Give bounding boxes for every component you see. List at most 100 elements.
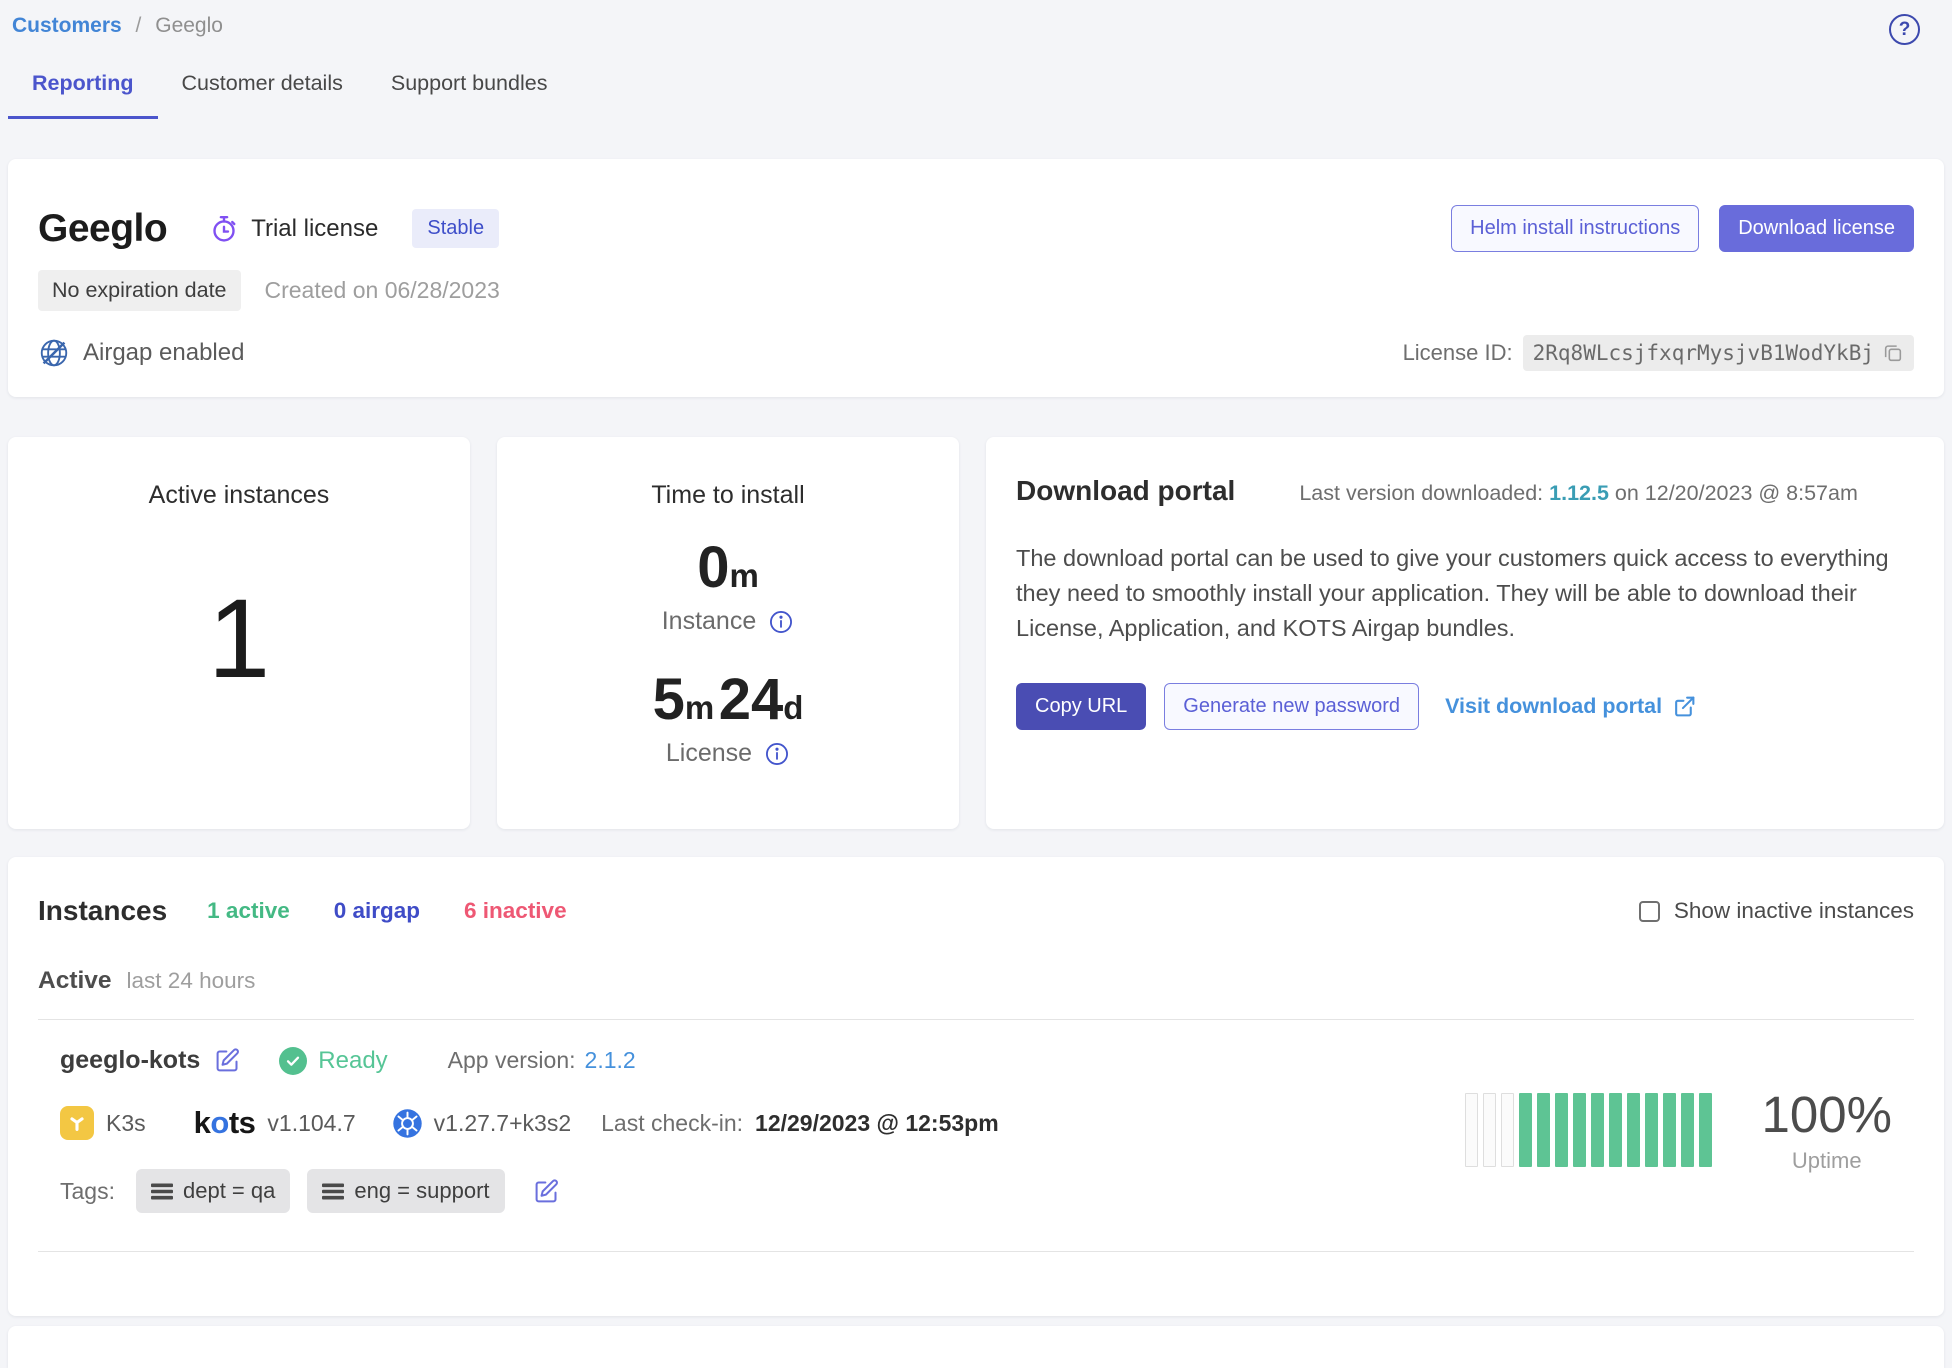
tab-bar: Reporting Customer details Support bundl…	[8, 71, 1944, 119]
visit-portal-label: Visit download portal	[1445, 694, 1662, 719]
uptime-bar-filled	[1591, 1093, 1604, 1167]
breadcrumb-separator: /	[136, 14, 142, 37]
breadcrumb: Customers / Geeglo	[12, 14, 223, 38]
k8s-version: v1.27.7+k3s2	[434, 1110, 571, 1137]
app-version-link[interactable]: 2.1.2	[585, 1047, 636, 1074]
show-inactive-label: Show inactive instances	[1674, 898, 1914, 924]
last-version-suffix: on 12/20/2023 @ 8:57am	[1615, 481, 1858, 505]
copy-license-icon[interactable]	[1882, 342, 1904, 364]
help-glyph: ?	[1899, 19, 1911, 41]
download-portal-title: Download portal	[1016, 475, 1235, 507]
active-instances-title: Active instances	[8, 481, 470, 510]
uptime-bar-filled	[1555, 1093, 1568, 1167]
download-portal-card: Download portal Last version downloaded:…	[986, 437, 1944, 829]
tag-chip: eng = support	[307, 1169, 504, 1213]
license-time-unit1: m	[685, 689, 714, 726]
external-link-icon	[1672, 694, 1697, 719]
license-time-label: License	[666, 739, 752, 768]
uptime-bar-filled	[1645, 1093, 1658, 1167]
active-count[interactable]: 1 active	[207, 898, 290, 924]
instances-card: Instances 1 active 0 airgap 6 inactive S…	[8, 857, 1944, 1316]
active-section-sublabel: last 24 hours	[127, 968, 256, 994]
instance-time-unit: m	[729, 557, 758, 594]
divider	[38, 1251, 1914, 1252]
breadcrumb-customers-link[interactable]: Customers	[12, 14, 122, 37]
last-checkin-label: Last check-in:	[601, 1110, 743, 1137]
edit-tags-icon[interactable]	[533, 1178, 560, 1205]
breadcrumb-current: Geeglo	[155, 14, 223, 37]
uptime-bar-filled	[1573, 1093, 1586, 1167]
next-card-peek	[8, 1326, 1944, 1368]
license-type-label: Trial license	[251, 215, 378, 243]
active-instances-value: 1	[8, 574, 470, 703]
show-inactive-toggle[interactable]: Show inactive instances	[1639, 898, 1914, 924]
show-inactive-checkbox[interactable]	[1639, 901, 1660, 922]
uptime-bar-filled	[1537, 1093, 1550, 1167]
uptime-value: 100%	[1762, 1085, 1892, 1144]
generate-password-button[interactable]: Generate new password	[1164, 683, 1419, 730]
customer-name: Geeglo	[38, 207, 167, 251]
tag-chip: dept = qa	[136, 1169, 290, 1213]
tags-list: dept = qa eng = support	[136, 1169, 505, 1213]
visit-download-portal-link[interactable]: Visit download portal	[1445, 694, 1697, 719]
help-icon[interactable]: ?	[1889, 14, 1920, 45]
channel-badge: Stable	[412, 209, 499, 248]
time-to-install-card: Time to install 0m Instance 5m 24d Licen…	[497, 437, 959, 829]
airgap-count[interactable]: 0 airgap	[334, 898, 420, 924]
uptime-bar-filled	[1519, 1093, 1532, 1167]
page: Customers / Geeglo ? Reporting Customer …	[0, 0, 1952, 1368]
active-section-label: Active	[38, 967, 112, 995]
copy-url-button[interactable]: Copy URL	[1016, 683, 1146, 730]
created-date-label: Created on 06/28/2023	[265, 277, 500, 304]
active-instances-card: Active instances 1	[8, 437, 470, 829]
uptime-bars	[1465, 1093, 1712, 1167]
last-version-link[interactable]: 1.12.5	[1549, 481, 1609, 505]
topbar: Customers / Geeglo ?	[8, 0, 1944, 45]
instance-row: geeglo-kots Ready App version:	[38, 1020, 1914, 1213]
instances-title: Instances	[38, 895, 167, 927]
tags-label: Tags:	[60, 1178, 115, 1205]
instance-time-label: Instance	[662, 607, 757, 636]
app-version-label: App version:	[448, 1047, 576, 1074]
last-version-downloaded: Last version downloaded: 1.12.5 on 12/20…	[1299, 481, 1858, 506]
instance-info-icon[interactable]	[768, 609, 794, 635]
uptime-bar-empty	[1483, 1093, 1496, 1167]
instance-install-time: 0m	[497, 534, 959, 601]
kots-logo: kots	[194, 1105, 256, 1141]
uptime-bar-empty	[1501, 1093, 1514, 1167]
trial-timer-icon	[209, 214, 239, 244]
expiration-badge: No expiration date	[38, 270, 241, 311]
uptime-bar-filled	[1681, 1093, 1694, 1167]
license-info-icon[interactable]	[764, 741, 790, 767]
airgap-globe-icon	[38, 337, 70, 369]
uptime-block: 100% Uptime	[1465, 1085, 1898, 1174]
tab-reporting[interactable]: Reporting	[8, 71, 158, 119]
kots-version: v1.104.7	[267, 1110, 355, 1137]
uptime-bar-filled	[1699, 1093, 1712, 1167]
tab-support-bundles[interactable]: Support bundles	[367, 71, 572, 119]
uptime-bar-filled	[1663, 1093, 1676, 1167]
tab-customer-details[interactable]: Customer details	[158, 71, 367, 119]
license-time-value1: 5	[653, 667, 685, 732]
uptime-label: Uptime	[1762, 1148, 1892, 1174]
uptime-bar-filled	[1627, 1093, 1640, 1167]
last-checkin-value: 12/29/2023 @ 12:53pm	[755, 1110, 999, 1137]
license-time-value2: 24	[719, 667, 784, 732]
k3s-icon	[60, 1106, 94, 1140]
license-id-label: License ID:	[1403, 340, 1513, 366]
uptime-bar-empty	[1465, 1093, 1478, 1167]
uptime-bar-filled	[1609, 1093, 1622, 1167]
tag-bars-icon	[322, 1183, 344, 1200]
distribution-label: K3s	[106, 1110, 146, 1137]
edit-instance-name-icon[interactable]	[214, 1047, 241, 1074]
download-license-button[interactable]: Download license	[1719, 205, 1914, 252]
inactive-count[interactable]: 6 inactive	[464, 898, 567, 924]
helm-install-instructions-button[interactable]: Helm install instructions	[1451, 205, 1699, 252]
time-to-install-title: Time to install	[497, 481, 959, 510]
instance-time-value: 0	[697, 535, 729, 600]
license-id-value: 2Rq8WLcsjfxqrMysjvB1WodYkBj	[1533, 341, 1874, 365]
customer-header-card: Geeglo Trial license Stable Helm install…	[8, 159, 1944, 397]
download-portal-description: The download portal can be used to give …	[1016, 541, 1896, 645]
kubernetes-icon	[392, 1108, 423, 1139]
license-install-time: 5m 24d	[497, 666, 959, 733]
